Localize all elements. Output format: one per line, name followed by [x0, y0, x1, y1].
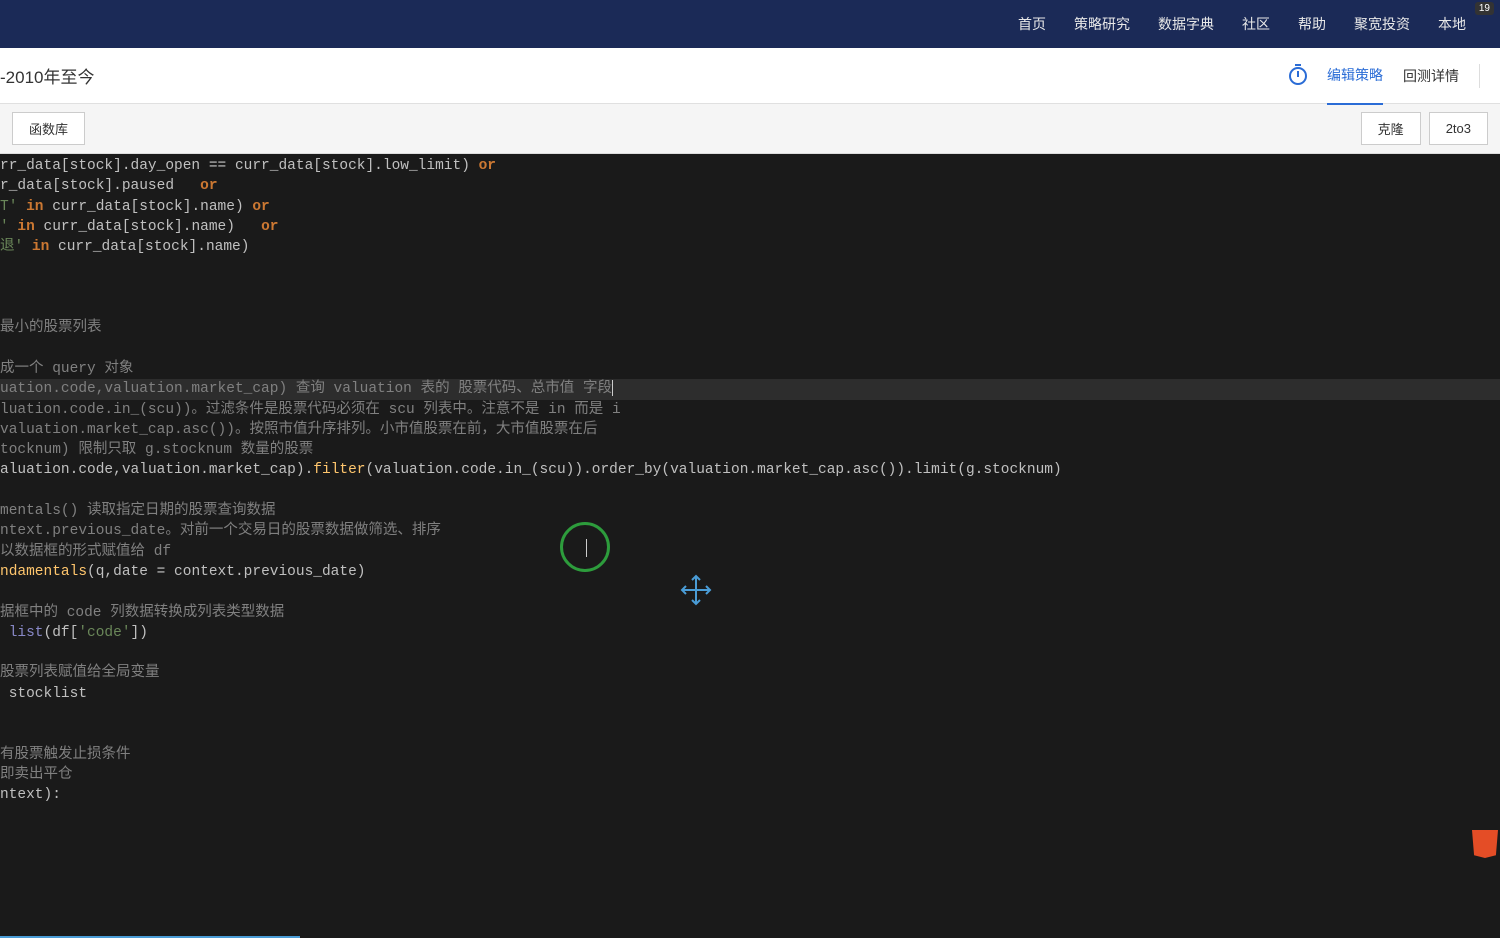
nav-strategy[interactable]: 策略研究 [1074, 14, 1130, 34]
strategy-title: -2010年至今 [0, 63, 94, 88]
nav-data-dict[interactable]: 数据字典 [1158, 14, 1214, 34]
clone-button[interactable]: 克隆 [1361, 112, 1421, 145]
toolbar: 函数库 克隆 2to3 [0, 104, 1500, 154]
sub-header: -2010年至今 编辑策略 回测详情 [0, 48, 1500, 104]
nav-joinquant[interactable]: 聚宽投资 [1354, 14, 1410, 34]
function-library-button[interactable]: 函数库 [12, 112, 85, 145]
code-editor[interactable]: rr_data[stock].day_open == curr_data[sto… [0, 154, 1500, 936]
html5-badge-icon [1472, 830, 1498, 858]
top-navigation: 首页 策略研究 数据字典 社区 帮助 聚宽投资 本地 19 [0, 0, 1500, 48]
nav-home[interactable]: 首页 [1018, 14, 1046, 34]
tab-edit-strategy[interactable]: 编辑策略 [1327, 47, 1383, 105]
nav-help[interactable]: 帮助 [1298, 14, 1326, 34]
tab-backtest-detail[interactable]: 回测详情 [1403, 48, 1459, 104]
nav-local[interactable]: 本地 [1438, 14, 1466, 34]
text-cursor [612, 380, 613, 396]
nav-community[interactable]: 社区 [1242, 14, 1270, 34]
2to3-button[interactable]: 2to3 [1429, 112, 1488, 145]
divider [1479, 64, 1480, 88]
notification-badge[interactable]: 19 [1475, 2, 1494, 15]
timer-icon[interactable] [1289, 67, 1307, 85]
